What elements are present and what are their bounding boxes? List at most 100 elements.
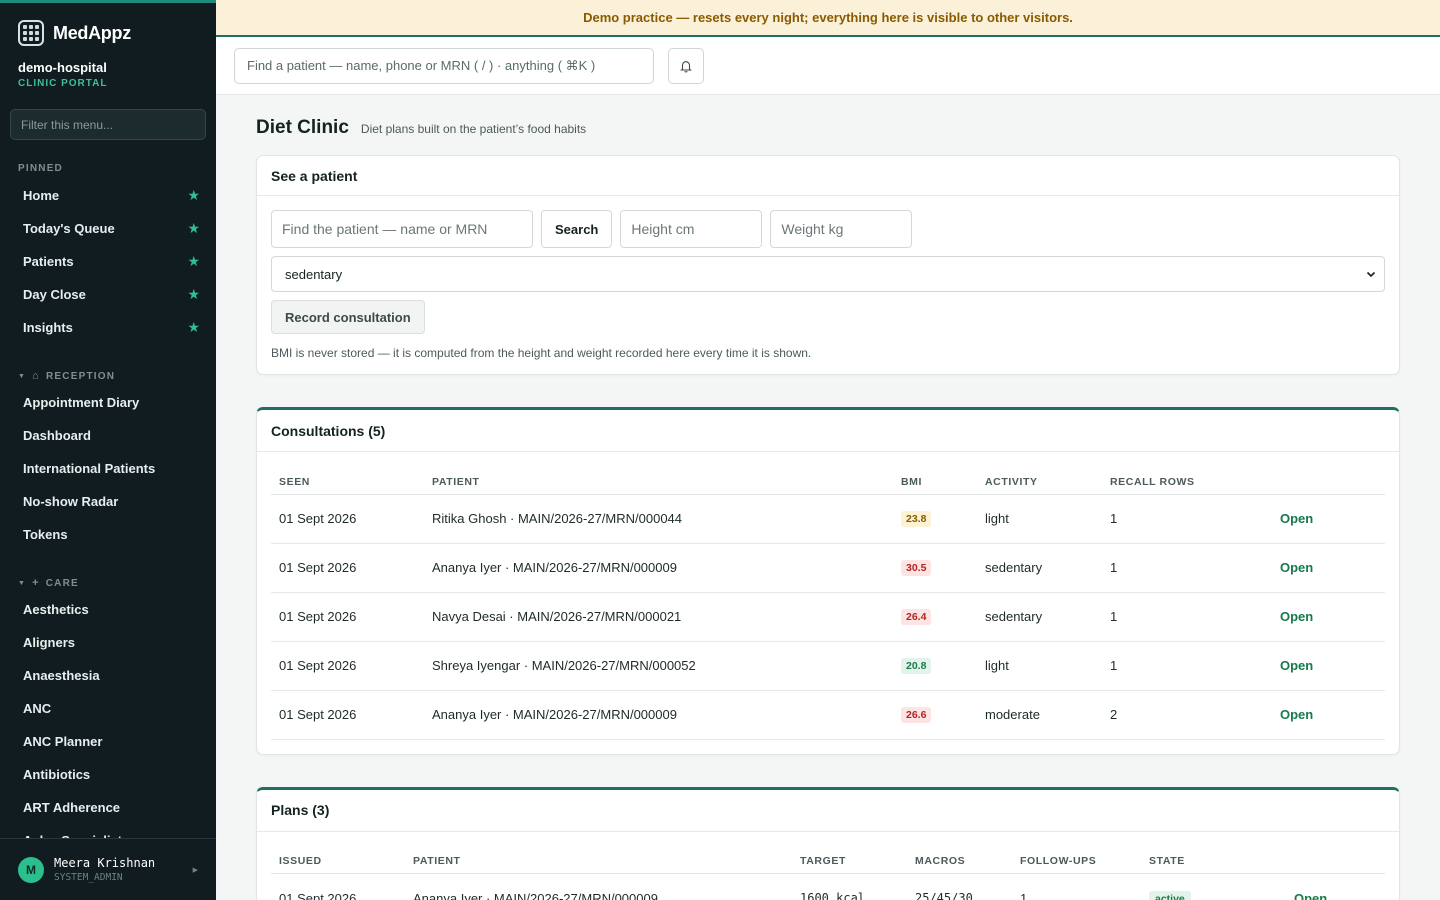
bmi-badge: 30.5 — [901, 560, 932, 576]
sidebar-item-label: Patients — [23, 254, 74, 269]
open-link[interactable]: Open — [1280, 707, 1313, 722]
sidebar-item-label: International Patients — [23, 461, 156, 476]
bmi-badge: 20.8 — [901, 658, 932, 674]
table-row: 01 Sept 2026 Ananya Iyer · MAIN/2026-27/M… — [271, 543, 1385, 593]
recall-rows-cell: 1 — [1102, 543, 1272, 593]
patient-search-input[interactable]: Find the patient — name or MRN — [271, 210, 533, 248]
bmi-badge: 26.6 — [901, 707, 932, 723]
sidebar-item-anc[interactable]: ANC — [0, 692, 216, 725]
search-button[interactable]: Search — [541, 210, 613, 248]
star-icon[interactable]: ★ — [187, 187, 200, 204]
seen-cell: 01 Sept 2026 — [271, 494, 424, 544]
user-menu[interactable]: M Meera Krishnan SYSTEM_ADMIN ▶ — [0, 838, 216, 900]
sidebar-item-label: ART Adherence — [23, 800, 121, 815]
status-badge: active — [1149, 890, 1191, 900]
section-label: RECEPTION — [46, 370, 116, 382]
activity-cell: light — [977, 641, 1102, 691]
notifications-button[interactable] — [668, 47, 704, 84]
open-link[interactable]: Open — [1280, 511, 1313, 526]
column-header: ACTIVITY — [977, 466, 1102, 495]
avatar: M — [18, 856, 44, 883]
column-header — [1272, 466, 1385, 495]
section-title-pinned: PINNED — [18, 162, 63, 174]
sidebar-item-dashboard[interactable]: Dashboard — [0, 419, 216, 452]
star-icon[interactable]: ★ — [187, 220, 200, 237]
consultations-table: SEEN PATIENT BMI ACTIVITY RECALL ROWS 01… — [271, 466, 1385, 740]
sidebar-item-international-patients[interactable]: International Patients — [0, 452, 216, 485]
action-cell: Open — [1272, 641, 1385, 691]
sidebar-item-no-show-radar[interactable]: No-show Radar — [0, 485, 216, 518]
user-role: SYSTEM_ADMIN — [54, 872, 123, 883]
column-header: PATIENT — [424, 466, 893, 495]
sidebar-item-home[interactable]: Home ★ — [0, 179, 216, 212]
activity-cell: sedentary — [977, 592, 1102, 642]
sidebar-item-tokens[interactable]: Tokens — [0, 518, 216, 551]
sidebar-item-aligners[interactable]: Aligners — [0, 626, 216, 659]
recall-rows-cell: 1 — [1102, 641, 1272, 691]
global-search-input[interactable]: Find a patient — name, phone or MRN ( / … — [234, 47, 654, 84]
action-cell: Open — [1272, 543, 1385, 593]
action-cell: Open — [1286, 873, 1385, 900]
sidebar-item-label: Anaesthesia — [23, 668, 100, 683]
plans-rows: 01 Sept 2026 Ananya Iyer · MAIN/2026-27/M… — [271, 873, 1385, 900]
column-header: ISSUED — [271, 845, 405, 874]
user-name: Meera Krishnan — [54, 856, 156, 870]
card-title: Plans (3) — [257, 790, 1399, 832]
star-icon[interactable]: ★ — [187, 319, 200, 336]
patient-cell: Ritika Ghosh · MAIN/2026-27/MRN/000044 — [424, 494, 893, 544]
bmi-cell: 26.4 — [893, 592, 977, 642]
patient-cell: Ananya Iyer · MAIN/2026-27/MRN/000009 — [424, 543, 893, 593]
bmi-cell: 20.8 — [893, 641, 977, 691]
seen-cell: 01 Sept 2026 — [271, 690, 424, 740]
sidebar-item-aesthetics[interactable]: Aesthetics — [0, 593, 216, 626]
sidebar-item-label: Aligners — [23, 635, 76, 650]
see-patient-card: See a patient Find the patient — name or… — [256, 155, 1400, 375]
section-title-reception[interactable]: ▼ ⌂ RECEPTION — [0, 370, 216, 382]
action-cell: Open — [1272, 690, 1385, 740]
brand-name: MedAppz — [53, 22, 131, 43]
activity-select[interactable]: sedentary — [271, 256, 1385, 292]
followups-cell: 1 — [1012, 873, 1141, 900]
brand[interactable]: MedAppz — [0, 3, 216, 46]
column-header: BMI — [893, 466, 977, 495]
sidebar-item-anc-planner[interactable]: ANC Planner — [0, 725, 216, 758]
open-link[interactable]: Open — [1280, 658, 1313, 673]
recall-rows-cell: 1 — [1102, 494, 1272, 544]
open-link[interactable]: Open — [1280, 609, 1313, 624]
seen-cell: 01 Sept 2026 — [271, 592, 424, 642]
activity-cell: sedentary — [977, 543, 1102, 593]
activity-cell: light — [977, 494, 1102, 544]
sidebar-item-label: Appointment Diary — [23, 395, 140, 410]
seen-cell: 01 Sept 2026 — [271, 641, 424, 691]
sidebar-item-appointment-diary[interactable]: Appointment Diary — [0, 386, 216, 419]
sidebar-item-label: Antibiotics — [23, 767, 91, 782]
open-link[interactable]: Open — [1280, 560, 1313, 575]
sidebar-item-patients[interactable]: Patients ★ — [0, 245, 216, 278]
page-header: Diet Clinic Diet plans built on the pati… — [256, 117, 1400, 139]
tenant-name: demo-hospital — [18, 60, 107, 75]
record-consultation-button[interactable]: Record consultation — [271, 300, 425, 334]
height-input[interactable]: Height cm — [620, 210, 763, 248]
sidebar-item-antibiotics[interactable]: Antibiotics — [0, 758, 216, 791]
weight-input[interactable]: Weight kg — [770, 210, 913, 248]
sidebar-item-insights[interactable]: Insights ★ — [0, 311, 216, 344]
recall-rows-cell: 2 — [1102, 690, 1272, 740]
sidebar-item-todays-queue[interactable]: Today's Queue ★ — [0, 212, 216, 245]
sidebar-item-anaesthesia[interactable]: Anaesthesia — [0, 659, 216, 692]
patient-cell: Shreya Iyengar · MAIN/2026-27/MRN/000052 — [424, 641, 893, 691]
table-row: 01 Sept 2026 Ritika Ghosh · MAIN/2026-27/… — [271, 494, 1385, 544]
column-header: MACROS — [907, 845, 1012, 874]
sidebar-item-art-adherence[interactable]: ART Adherence — [0, 791, 216, 824]
user-info: Meera Krishnan SYSTEM_ADMIN — [54, 856, 155, 883]
sidebar-item-day-close[interactable]: Day Close ★ — [0, 278, 216, 311]
chevron-down-icon: ▼ — [18, 579, 27, 587]
star-icon[interactable]: ★ — [187, 253, 200, 270]
sidebar-filter-input[interactable]: Filter this menu... — [10, 109, 206, 140]
section-title-care[interactable]: ▼ + CARE — [0, 577, 216, 589]
open-link[interactable]: Open — [1294, 891, 1327, 900]
sidebar-item-label: Day Close — [23, 287, 86, 302]
chevron-down-icon: ▼ — [18, 372, 27, 380]
sidebar-item-label: Dashboard — [23, 428, 91, 443]
see-patient-form: Find the patient — name or MRN Search He… — [257, 196, 1399, 374]
star-icon[interactable]: ★ — [187, 286, 200, 303]
